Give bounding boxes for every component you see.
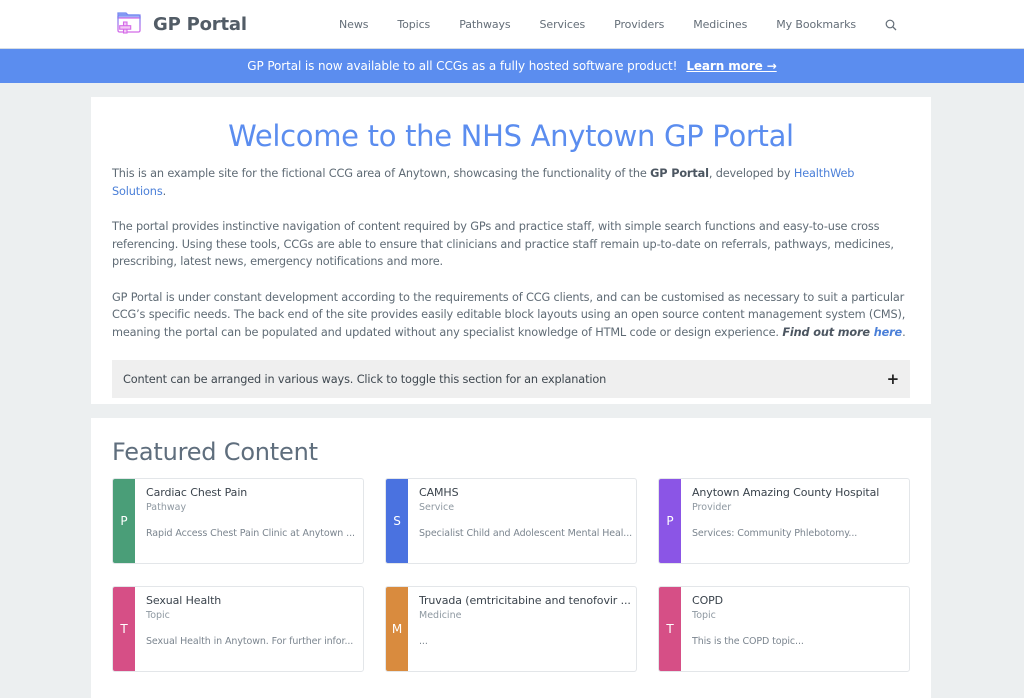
item-description: Sexual Health in Anytown. For further in… (146, 636, 354, 647)
type-badge: T (113, 587, 135, 671)
item-type: Medicine (419, 610, 462, 621)
item-body: Sexual Health Topic Sexual Health in Any… (135, 587, 363, 671)
type-badge: M (386, 587, 408, 671)
item-body: Truvada (emtricitabine and tenofovir ...… (408, 587, 636, 671)
intro-text: This is an example site for the fictiona… (112, 167, 651, 180)
development-text-end: . (902, 325, 906, 339)
nav-medicines[interactable]: Medicines (693, 18, 747, 31)
type-badge: P (113, 479, 135, 563)
featured-heading: Featured Content (112, 438, 318, 466)
item-type: Service (419, 502, 455, 513)
type-badge: P (659, 479, 681, 563)
nav-services[interactable]: Services (540, 18, 586, 31)
main-nav: News Topics Pathways Services Providers … (339, 0, 898, 49)
featured-content-card: Featured Content P Cardiac Chest Pain Pa… (91, 418, 931, 698)
development-paragraph: GP Portal is under constant development … (112, 289, 910, 342)
item-title: CAMHS (419, 486, 459, 499)
featured-grid: P Cardiac Chest Pain Pathway Rapid Acces… (112, 478, 910, 672)
item-description: Rapid Access Chest Pain Clinic at Anytow… (146, 528, 355, 539)
item-title: Truvada (emtricitabine and tenofovir ... (419, 594, 631, 607)
navigation-paragraph: The portal provides instinctive navigati… (112, 220, 894, 268)
type-badge: T (659, 587, 681, 671)
featured-item-sexual-health[interactable]: T Sexual Health Topic Sexual Health in A… (112, 586, 364, 672)
gp-portal-bold: GP Portal (650, 167, 709, 180)
featured-item-truvada[interactable]: M Truvada (emtricitabine and tenofovir .… (385, 586, 637, 672)
learn-more-link[interactable]: Learn more → (686, 59, 776, 73)
featured-item-copd[interactable]: T COPD Topic This is the COPD topic... (658, 586, 910, 672)
search-button[interactable] (884, 18, 898, 32)
nav-news[interactable]: News (339, 18, 368, 31)
nav-pathways[interactable]: Pathways (459, 18, 510, 31)
intro-paragraph: This is an example site for the fictiona… (112, 165, 910, 200)
welcome-card: Welcome to the NHS Anytown GP Portal Thi… (91, 97, 931, 404)
plus-icon: + (886, 370, 900, 388)
item-type: Provider (692, 502, 732, 513)
item-type: Topic (146, 610, 170, 621)
featured-item-anytown-hospital[interactable]: P Anytown Amazing County Hospital Provid… (658, 478, 910, 564)
item-title: Cardiac Chest Pain (146, 486, 248, 499)
nav-topics[interactable]: Topics (397, 18, 430, 31)
intro-text-mid: , developed by (708, 167, 794, 180)
folder-plus-icon (114, 7, 144, 41)
item-description: Services: Community Phlebotomy... (692, 528, 858, 539)
explanation-toggle[interactable]: Content can be arranged in various ways.… (112, 360, 910, 398)
type-badge: S (386, 479, 408, 563)
item-description: Specialist Child and Adolescent Mental H… (419, 528, 633, 539)
nav-providers[interactable]: Providers (614, 18, 664, 31)
brand-logo-link[interactable]: GP Portal (114, 9, 247, 39)
item-body: COPD Topic This is the COPD topic... (681, 587, 909, 671)
page-title: Welcome to the NHS Anytown GP Portal (228, 119, 794, 153)
top-navbar: GP Portal News Topics Pathways Services … (0, 0, 1024, 49)
banner-text: GP Portal is now available to all CCGs a… (247, 59, 678, 73)
here-link[interactable]: here (874, 326, 902, 339)
brand-name: GP Portal (153, 13, 247, 35)
item-description: ... (419, 636, 428, 647)
item-title: COPD (692, 594, 724, 607)
item-type: Topic (692, 610, 716, 621)
toggle-label: Content can be arranged in various ways.… (123, 372, 607, 386)
featured-item-cardiac-chest-pain[interactable]: P Cardiac Chest Pain Pathway Rapid Acces… (112, 478, 364, 564)
announcement-banner: GP Portal is now available to all CCGs a… (0, 49, 1024, 83)
find-out-more-text: Find out more (782, 325, 874, 339)
item-title: Anytown Amazing County Hospital (692, 486, 880, 499)
item-type: Pathway (146, 502, 187, 513)
item-body: Anytown Amazing County Hospital Provider… (681, 479, 909, 563)
nav-my-bookmarks[interactable]: My Bookmarks (776, 18, 856, 31)
item-title: Sexual Health (146, 594, 222, 607)
item-body: CAMHS Service Specialist Child and Adole… (408, 479, 636, 563)
intro-text-end: . (162, 184, 167, 198)
featured-item-camhs[interactable]: S CAMHS Service Specialist Child and Ado… (385, 478, 637, 564)
search-icon (885, 19, 897, 30)
item-body: Cardiac Chest Pain Pathway Rapid Access … (135, 479, 363, 563)
item-description: This is the COPD topic... (692, 636, 804, 647)
